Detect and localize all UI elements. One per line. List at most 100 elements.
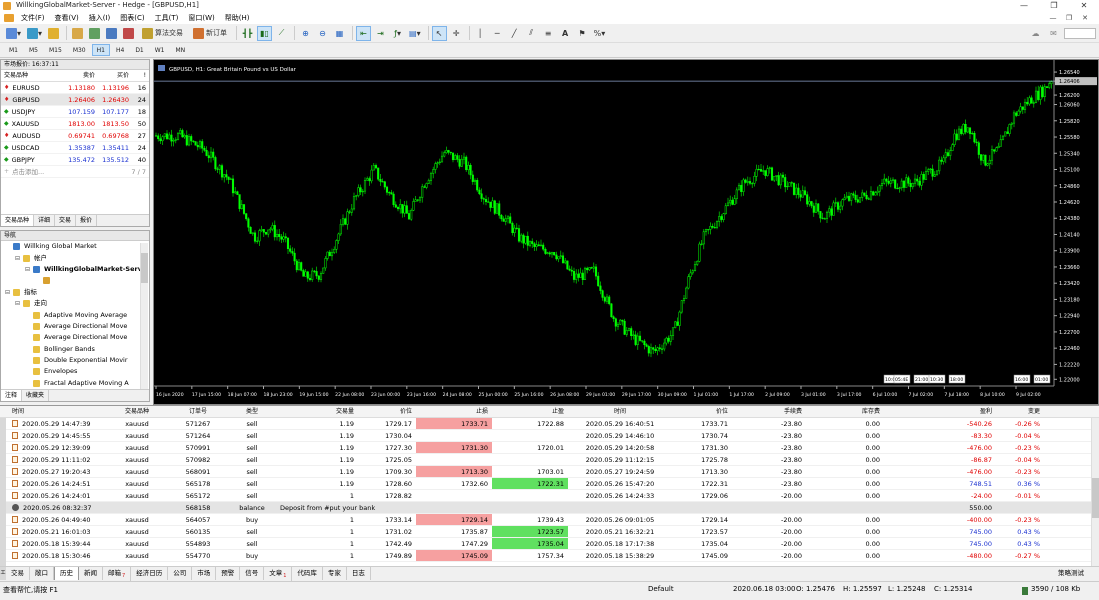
restore-button[interactable]: ❐ xyxy=(1039,0,1069,12)
tab-symbols[interactable]: 交易品种 xyxy=(1,215,35,226)
chart-shift-button[interactable]: ⇥ xyxy=(373,26,388,41)
nav-item-folder[interactable]: ⊟ 指标 xyxy=(1,287,149,298)
terminal-tab-10[interactable]: 文章1 xyxy=(264,566,293,581)
nav-item-indicator[interactable]: Average Directional Move xyxy=(1,332,149,343)
mdi-minimize-button[interactable]: — xyxy=(1047,12,1059,24)
col-take-profit[interactable]: 止盈 xyxy=(492,406,568,417)
symbol-row-audusd[interactable]: ♦ AUDUSD 0.69741 0.69768 27 xyxy=(1,130,149,142)
horizontal-line-button[interactable]: ─ xyxy=(490,26,505,41)
timeframe-h4[interactable]: H4 xyxy=(111,44,129,56)
timeframe-h1[interactable]: H1 xyxy=(91,44,110,56)
bar-chart-button[interactable]: ┫┣ xyxy=(240,26,255,41)
terminal-tab-5[interactable]: 经济日历 xyxy=(131,567,169,580)
nav-item-server[interactable]: ⊟ WillkingGlobalMarket-Serve xyxy=(1,264,149,275)
mdi-restore-button[interactable]: ❐ xyxy=(1063,12,1075,24)
col-open-time[interactable]: 时间 xyxy=(6,406,106,417)
add-symbol-row[interactable]: + 点击添加... 7 / 7 xyxy=(1,166,149,178)
terminal-tab-13[interactable]: 日志 xyxy=(347,567,371,580)
auto-scroll-button[interactable]: ⇤ xyxy=(356,25,372,41)
col-ask[interactable]: 买价 xyxy=(97,70,131,81)
menu-view[interactable]: 查看(V) xyxy=(50,12,84,24)
col-commission[interactable]: 手续费 xyxy=(732,406,806,417)
symbol-row-eurusd[interactable]: ♦ EURUSD 1.13180 1.13196 16 xyxy=(1,82,149,94)
deal-row[interactable]: 2020.05.29 11:11:02 xauusd 570982 sell 1.19 1… xyxy=(0,454,1099,466)
market-watch-button[interactable] xyxy=(46,26,61,41)
shapes-button[interactable]: % ▾ xyxy=(592,26,608,41)
terminal-tab-6[interactable]: 公司 xyxy=(168,567,193,580)
crosshair-button[interactable]: ✛ xyxy=(449,26,464,41)
nav-item-folder[interactable]: ⊟ 帐户 xyxy=(1,252,149,263)
deal-row[interactable]: 2020.05.26 14:24:01 xauusd 565172 sell 1 1728… xyxy=(0,490,1099,502)
nav-item-server[interactable]: Willking Global Market xyxy=(1,241,149,252)
balance-row[interactable]: 2020.05.26 08:32:37 568158 balance Deposit … xyxy=(0,502,1099,514)
deal-row[interactable]: 2020.05.29 12:39:09 xauusd 570991 sell 1.19 1… xyxy=(0,442,1099,454)
tab-details[interactable]: 详细 xyxy=(34,215,56,226)
col-bid[interactable]: 卖价 xyxy=(63,70,97,81)
history-scroll-thumb[interactable] xyxy=(1092,478,1099,518)
line-chart-button[interactable]: ⟋ xyxy=(274,26,289,41)
fibonacci-button[interactable]: ≡ xyxy=(541,26,556,41)
terminal-tab-8[interactable]: 预警 xyxy=(216,567,241,580)
indicators-button[interactable]: ƒ ▾ xyxy=(390,26,405,41)
nav-item-indicator[interactable]: Fractal Adaptive Moving A xyxy=(1,378,149,389)
tester-button[interactable] xyxy=(121,26,136,41)
tab-trading[interactable]: 交易 xyxy=(55,215,77,226)
tab-ticks[interactable]: 报价 xyxy=(76,215,98,226)
menu-file[interactable]: 文件(F) xyxy=(16,12,50,24)
col-stop-loss[interactable]: 止损 xyxy=(416,406,492,417)
cursor-button[interactable]: ↖ xyxy=(431,25,447,41)
terminal-tab-4[interactable]: 邮箱7 xyxy=(103,566,132,581)
timeframe-m1[interactable]: M1 xyxy=(4,44,23,56)
trendline-button[interactable]: ╱ xyxy=(507,26,522,41)
col-swap[interactable]: 库存费 xyxy=(806,406,884,417)
deal-row[interactable]: 2020.05.26 04:49:40 xauusd 564057 buy 1 1733.… xyxy=(0,514,1099,526)
menu-charts[interactable]: 图表(C) xyxy=(115,12,149,24)
vertical-line-button[interactable]: │ xyxy=(473,26,488,41)
symbol-row-xauusd[interactable]: ◆ XAUUSD 1813.00 1813.50 50 xyxy=(1,118,149,130)
terminal-tab-3[interactable]: 新闻 xyxy=(79,567,103,580)
col-volume[interactable]: 交易量 xyxy=(276,406,358,417)
terminal-tab-11[interactable]: 代码库 xyxy=(292,567,323,580)
col-profit[interactable]: 盈利 xyxy=(884,406,996,417)
menu-help[interactable]: 帮助(H) xyxy=(220,12,255,24)
search-input[interactable] xyxy=(1064,28,1096,39)
symbol-row-gbpusd[interactable]: ♦ GBPUSD 1.26406 1.26430 24 xyxy=(1,94,149,106)
timeframe-m15[interactable]: M15 xyxy=(44,44,67,56)
timeframe-m30[interactable]: M30 xyxy=(68,44,91,56)
algo-trading-button[interactable]: 算法交易 xyxy=(138,26,187,41)
timeframe-mn[interactable]: MN xyxy=(171,44,191,56)
profiles-button[interactable]: ▾ xyxy=(25,26,44,41)
deal-row[interactable]: 2020.05.27 19:20:43 xauusd 568091 sell 1.19 1… xyxy=(0,466,1099,478)
close-button[interactable]: ✕ xyxy=(1069,0,1099,12)
col-close-time[interactable]: 时间 xyxy=(568,406,672,417)
timeframe-w1[interactable]: W1 xyxy=(150,44,170,56)
nav-item-indicator[interactable]: Envelopes xyxy=(1,366,149,377)
navigator-scroll-thumb[interactable] xyxy=(141,253,148,283)
text-button[interactable]: A xyxy=(558,26,573,41)
data-window-button[interactable] xyxy=(70,26,85,41)
nav-item-indicator[interactable]: Average Directional Move xyxy=(1,321,149,332)
nav-item-indicator[interactable]: Double Exponential Movir xyxy=(1,355,149,366)
templates-button[interactable]: ▤ ▾ xyxy=(407,26,423,41)
tab-common[interactable]: 注释 xyxy=(1,390,23,401)
price-chart[interactable]: GBPUSD, H1: Great Britain Pound vs US Do… xyxy=(154,60,1098,404)
new-chart-button[interactable]: ▾ xyxy=(4,26,23,41)
symbol-row-usdcad[interactable]: ◆ USDCAD 1.35387 1.35411 24 xyxy=(1,142,149,154)
menu-insert[interactable]: 插入(I) xyxy=(84,12,116,24)
nav-item-indicator[interactable]: Bollinger Bands xyxy=(1,344,149,355)
tree-toggle-icon[interactable]: ⊟ xyxy=(5,287,12,298)
mdi-close-button[interactable]: ✕ xyxy=(1079,12,1091,24)
label-button[interactable]: ⚑ xyxy=(575,26,590,41)
tab-favorites[interactable]: 收藏夹 xyxy=(22,390,50,401)
tree-toggle-icon[interactable]: ⊟ xyxy=(25,264,32,275)
navigator-button[interactable] xyxy=(87,26,102,41)
nav-item-folder[interactable]: ⊟ 走向 xyxy=(1,298,149,309)
zoom-out-button[interactable]: ⊖ xyxy=(315,26,330,41)
chart-window[interactable]: GBPUSD, H1: Great Britain Pound vs US Do… xyxy=(153,59,1099,405)
terminal-tab-12[interactable]: 专家 xyxy=(323,567,347,580)
col-symbol[interactable]: 交易品种 xyxy=(106,406,168,417)
col-open-price[interactable]: 价位 xyxy=(358,406,416,417)
timeframe-d1[interactable]: D1 xyxy=(130,44,148,56)
navigator-scrollbar[interactable] xyxy=(140,243,148,389)
terminal-tab-0[interactable]: 交易 xyxy=(6,567,30,580)
